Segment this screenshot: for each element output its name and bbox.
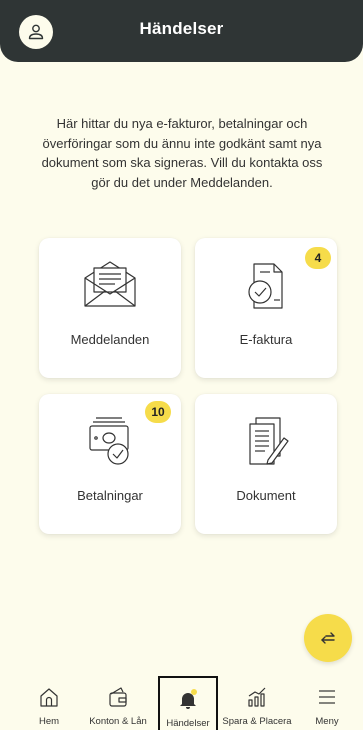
tab-menu[interactable]: Meny [306,676,348,730]
card-label: E-faktura [239,332,293,347]
card-label: Dokument [236,488,296,503]
tab-save-invest[interactable]: Spara & Placera [222,676,292,730]
messages-card[interactable]: Meddelanden [39,238,181,378]
chart-icon [248,687,266,707]
documents-card[interactable]: Dokument [195,394,337,534]
wallet-icon [109,687,127,707]
document-sign-icon [249,417,289,465]
tab-label: Spara & Placera [222,716,292,727]
card-label: Meddelanden [70,332,150,347]
transfer-button[interactable] [304,614,352,662]
tab-events[interactable]: Händelser [158,676,218,730]
payments-icon [89,417,129,465]
home-icon [40,688,58,707]
app-header: Händelser [0,0,363,62]
e-invoice-card[interactable]: 4 E-faktura [195,238,337,378]
bottom-tab-bar: Hem Konton & Lån Händelser Spara & Place… [0,676,363,730]
tab-label: Konton & Lån [89,716,147,727]
card-label: Betalningar [77,488,143,503]
payments-card[interactable]: 10 Betalningar [39,394,181,534]
transfer-arrows-icon [321,632,335,644]
tab-accounts-loans[interactable]: Konton & Lån [86,676,150,730]
menu-icon [319,690,335,704]
page-title: Händelser [139,19,224,38]
envelope-icon [84,261,136,307]
tab-label: Händelser [166,718,210,729]
tab-label: Meny [315,716,339,727]
tab-home[interactable]: Hem [24,676,74,730]
tab-label: Hem [38,716,60,727]
intro-text: Här hittar du nya e-fakturor, betalninga… [41,116,323,190]
e-invoice-icon [248,263,283,309]
bell-icon [180,689,197,709]
